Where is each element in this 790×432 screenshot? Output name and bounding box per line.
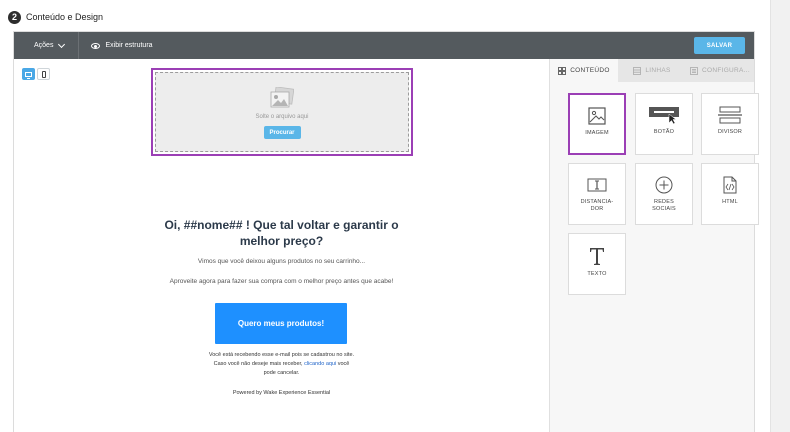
footer-line-2: Caso você não deseje mais receber, clica…: [164, 360, 399, 369]
block-text-label: TEXTO: [587, 271, 607, 277]
device-switch: [22, 68, 50, 80]
tab-rows[interactable]: LINHAS: [618, 59, 686, 82]
block-spacer-label-line1: DISTANCIA-: [580, 199, 614, 205]
panel-tabs: CONTEÚDO LINHAS CONFIGURA...: [550, 59, 754, 82]
footer-line-2-post: você: [336, 361, 350, 367]
block-spacer-label-line2: DOR: [590, 206, 604, 212]
button-icon: [649, 107, 679, 124]
grid-icon: [558, 66, 567, 75]
block-social-label-line1: REDES: [654, 199, 674, 205]
tab-rows-label: LINHAS: [645, 67, 671, 74]
rows-icon: [633, 66, 642, 75]
block-button-label: BOTÃO: [653, 129, 675, 135]
email-headline[interactable]: Oi, ##nome## ! Que tal voltar e garantir…: [144, 217, 419, 249]
actions-menu[interactable]: Ações: [34, 32, 80, 59]
desktop-view-button[interactable]: [22, 68, 35, 80]
email-footer[interactable]: Você está recebendo esse e-mail pois se …: [164, 351, 399, 378]
content-panel: CONTEÚDO LINHAS CONFIGURA... IMAGEM BOTÃ…: [549, 59, 759, 432]
tab-settings[interactable]: CONFIGURA...: [686, 59, 754, 82]
block-divider[interactable]: DIVISOR: [701, 93, 759, 155]
dropzone-text: Solte o arquivo aqui: [255, 114, 309, 120]
tab-settings-label: CONFIGURA...: [701, 67, 751, 74]
block-spacer-label: DISTANCIA- DOR: [581, 199, 614, 213]
image-dropzone[interactable]: Solte o arquivo aqui Procurar: [151, 68, 413, 156]
block-html[interactable]: HTML: [701, 163, 759, 225]
block-social-label: REDES SOCIAIS: [652, 199, 676, 213]
email-editor: Ações Exibir estrutura SALVAR Solte o ar…: [13, 31, 759, 432]
social-icon: [655, 176, 673, 194]
footer-line-2-pre: Caso você não deseje mais receber,: [213, 361, 305, 367]
block-divider-label: DIVISOR: [717, 129, 742, 135]
image-icon: [588, 107, 606, 125]
block-social-label-line2: SOCIAIS: [652, 206, 676, 212]
browse-button[interactable]: Procurar: [263, 126, 301, 139]
image-placeholder-icon: [270, 87, 294, 108]
email-paragraph-1[interactable]: Vimos que você deixou alguns produtos no…: [114, 258, 449, 265]
divider-icon: [718, 106, 742, 124]
settings-icon: [690, 66, 698, 75]
html-icon: [723, 176, 737, 194]
email-paragraph-2[interactable]: Aproveite agora para fazer sua compra co…: [114, 278, 449, 285]
dropzone-inner: Solte o arquivo aqui Procurar: [155, 72, 409, 152]
unsubscribe-link[interactable]: clicando aqui: [304, 361, 336, 367]
spacer-icon: [587, 178, 607, 192]
email-canvas: Solte o arquivo aqui Procurar Oi, ##nome…: [14, 59, 549, 432]
block-image[interactable]: IMAGEM: [568, 93, 626, 155]
mobile-icon: [41, 70, 46, 78]
chevron-down-icon: [58, 40, 66, 48]
footer-line-1: Você está recebendo esse e-mail pois se …: [208, 352, 355, 358]
save-button[interactable]: SALVAR: [694, 37, 745, 54]
step-title: Conteúdo e Design: [26, 12, 104, 22]
mobile-view-button[interactable]: [37, 68, 50, 80]
footer-line-3: pode cancelar.: [263, 370, 300, 376]
block-spacer[interactable]: DISTANCIA- DOR: [568, 163, 626, 225]
step-header: 2 Conteúdo e Design: [8, 10, 103, 24]
block-html-label: HTML: [722, 199, 738, 205]
powered-by-text: Powered by Wake Experience Essential: [232, 390, 331, 396]
desktop-icon: [25, 71, 32, 79]
actions-label: Ações: [34, 42, 54, 49]
eye-icon: [91, 42, 101, 49]
show-structure-toggle[interactable]: Exibir estrutura: [91, 42, 153, 49]
block-text[interactable]: TEXTO: [568, 233, 626, 295]
step-number-badge: 2: [8, 10, 21, 24]
editor-toolbar: Ações Exibir estrutura SALVAR: [14, 32, 754, 59]
page-scrollbar[interactable]: [770, 0, 790, 432]
block-image-label: IMAGEM: [585, 130, 609, 136]
block-social[interactable]: REDES SOCIAIS: [635, 163, 693, 225]
block-button[interactable]: BOTÃO: [635, 93, 693, 155]
tab-content-label: CONTEÚDO: [570, 67, 610, 74]
cta-button[interactable]: Quero meus produtos!: [215, 303, 347, 344]
text-icon: [590, 248, 604, 265]
tab-content[interactable]: CONTEÚDO: [550, 59, 618, 82]
show-structure-label: Exibir estrutura: [105, 42, 153, 49]
